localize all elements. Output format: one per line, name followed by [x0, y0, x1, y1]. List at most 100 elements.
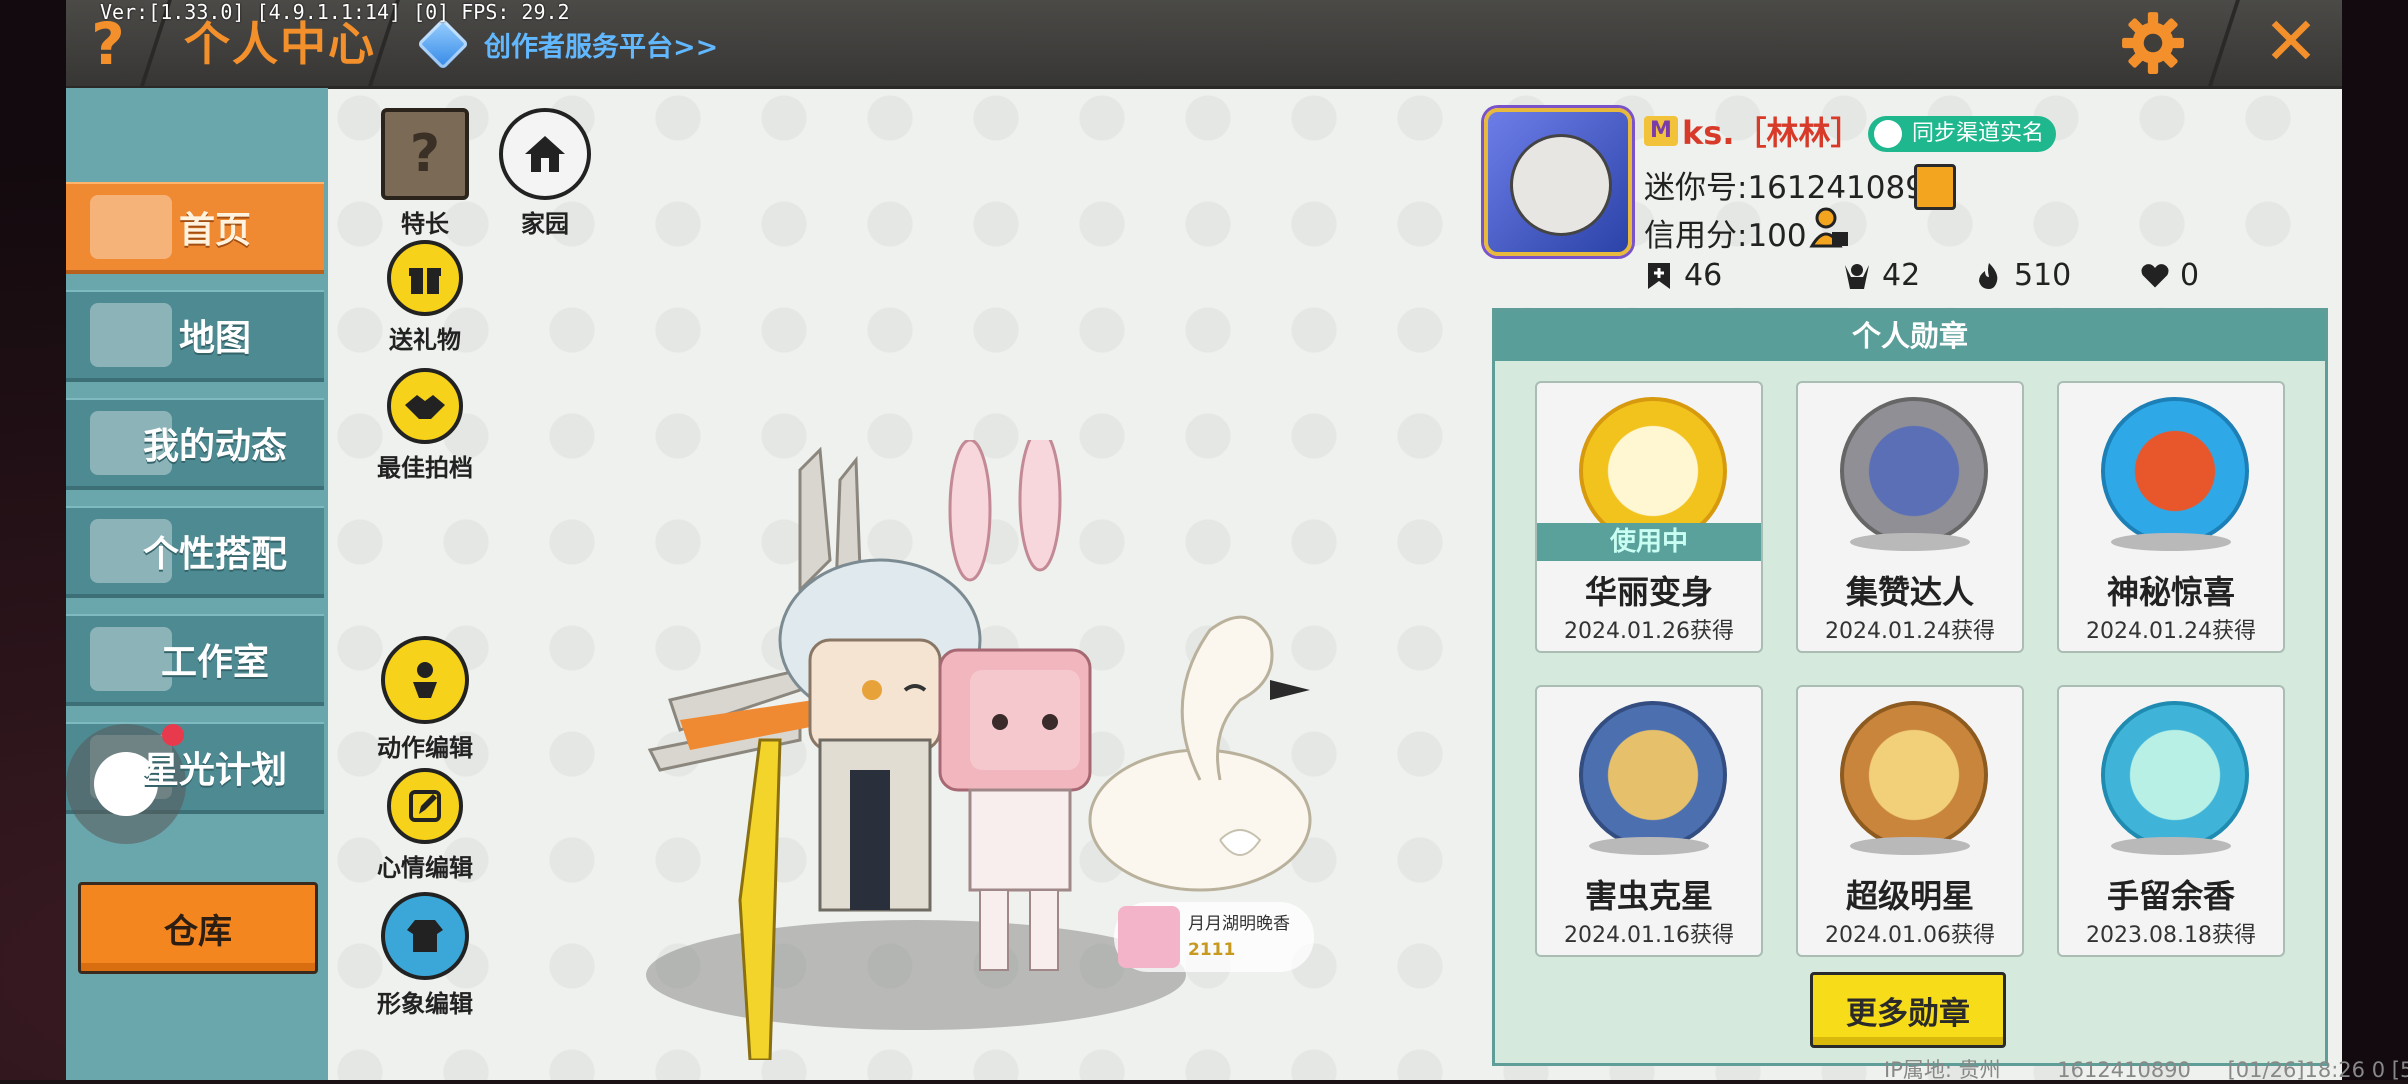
medal-pedestal — [1850, 837, 1970, 855]
medal-date: 2024.01.26获得 — [1564, 619, 1734, 644]
medal-date: 2024.01.24获得 — [2086, 619, 2256, 644]
sidebar-item-home[interactable]: 首页 — [66, 182, 324, 274]
partner-level: 2111 — [1188, 940, 1236, 960]
creator-platform-link[interactable]: 创作者服务平台>> — [416, 16, 719, 72]
medal-name: 集赞达人 — [1845, 573, 1974, 611]
stat-likes[interactable]: 42 — [1842, 258, 1920, 293]
sidebar-item-label: 星光计划 — [142, 750, 287, 791]
mood-edit-label: 心情编辑 — [377, 854, 473, 882]
medals-panel: 个人勋章 使用中 华丽变身 2024.01.26获得 集赞达人 2024.01.… — [1492, 308, 2328, 1066]
double-heart-icon — [2141, 263, 2169, 287]
sidebar-item-label: 我的动态 — [142, 426, 287, 467]
action-edit-button[interactable]: 动作编辑 — [370, 636, 480, 763]
sidebar-item-studio[interactable]: 工作室 — [66, 614, 324, 706]
credit-person-icon[interactable] — [1808, 206, 1852, 250]
medal-icon — [1840, 397, 1988, 545]
medal-icon — [1840, 701, 1988, 849]
best-partner-button[interactable]: 最佳拍档 — [370, 368, 480, 483]
outfit-icon — [381, 892, 469, 980]
medal-name: 神秘惊喜 — [2106, 573, 2235, 611]
medal-name: 害虫克星 — [1584, 877, 1713, 915]
close-icon[interactable]: ✕ — [2258, 9, 2324, 76]
home-label: 家园 — [521, 210, 569, 238]
thumbs-person-icon — [1845, 263, 1869, 289]
sync-real-name-button[interactable]: 同步渠道实名 — [1868, 116, 2057, 152]
specialty-label: 特长 — [401, 210, 449, 238]
medals-title: 个人勋章 — [1495, 311, 2325, 361]
partner-avatar — [1118, 906, 1180, 968]
medal-card[interactable]: 害虫克星 2024.01.16获得 — [1535, 685, 1763, 957]
sidebar-item-label: 个性搭配 — [142, 534, 287, 575]
gift-label: 送礼物 — [389, 326, 461, 354]
medal-icon — [2101, 701, 2249, 849]
sidebar-item-map[interactable]: 地图 — [66, 290, 324, 382]
sidebar-item-outfit[interactable]: 个性搭配 — [66, 506, 324, 598]
medal-name: 超级明星 — [1845, 877, 1974, 915]
medal-date: 2024.01.16获得 — [1564, 923, 1734, 948]
stat-followers[interactable]: 46 — [1644, 258, 1722, 293]
partner-name: 月月湖明晚香 — [1188, 914, 1290, 934]
ip-location: IP属地: 贵州 — [1884, 1058, 2001, 1082]
question-box-icon: ? — [381, 108, 469, 200]
medal-pedestal — [2111, 533, 2231, 551]
house-icon — [499, 108, 591, 200]
debug-version-text: Ver:[1.33.0] [4.9.1.1:14] [0] FPS: 29.2 — [100, 0, 570, 24]
username-row: M ks.［林林］ — [1644, 108, 1863, 154]
in-use-badge: 使用中 — [1537, 523, 1761, 561]
home-garden-button[interactable]: 家园 — [490, 108, 600, 239]
partner-name-tag[interactable]: 月月湖明晚香 2111 — [1114, 902, 1314, 972]
medal-icon — [1579, 701, 1727, 849]
medal-card[interactable]: 神秘惊喜 2024.01.24获得 — [2057, 381, 2285, 653]
footer-id: 1612410890 — [2057, 1058, 2191, 1082]
medal-card[interactable]: 集赞达人 2024.01.24获得 — [1796, 381, 2024, 653]
medal-name: 手留余香 — [2106, 877, 2235, 915]
flame-icon — [1979, 262, 1998, 289]
sidebar-item-my-posts[interactable]: 我的动态 — [66, 398, 324, 490]
image-edit-label: 形象编辑 — [377, 990, 473, 1018]
stat-hot[interactable]: 510 — [1974, 258, 2071, 293]
stat-hearts[interactable]: 0 — [2140, 258, 2199, 293]
medal-card[interactable]: 手留余香 2023.08.18获得 — [2057, 685, 2285, 957]
credit-score: 信用分:100 — [1644, 218, 1807, 254]
stats-bar: 46 42 510 0 — [1644, 258, 2324, 300]
handshake-icon — [387, 368, 463, 444]
copy-icon[interactable] — [1914, 164, 1956, 210]
bookmark-plus-icon — [1648, 262, 1670, 289]
more-medals-button[interactable]: 更多勋章 — [1810, 972, 2006, 1048]
specialty-button[interactable]: ? 特长 — [370, 108, 480, 239]
stat-value: 0 — [2180, 258, 2200, 293]
medal-icon — [2101, 397, 2249, 545]
image-edit-button[interactable]: 形象编辑 — [370, 892, 480, 1019]
send-gift-button[interactable]: 送礼物 — [370, 240, 480, 355]
mood-edit-button[interactable]: 心情编辑 — [370, 768, 480, 883]
username: ks.［林林］ — [1682, 114, 1863, 152]
sidebar-item-label: 工作室 — [160, 642, 269, 683]
medal-card[interactable]: 使用中 华丽变身 2024.01.26获得 — [1535, 381, 1763, 653]
gear-icon[interactable] — [2120, 10, 2186, 76]
medal-date: 2024.01.06获得 — [1825, 923, 1995, 948]
action-edit-label: 动作编辑 — [377, 734, 473, 762]
gift-icon — [387, 240, 463, 316]
footer-time: [01/26]18:26 — [2227, 1058, 2366, 1082]
medal-date: 2023.08.18获得 — [2086, 923, 2256, 948]
dancer-icon — [381, 636, 469, 724]
medal-pedestal — [2111, 837, 2231, 855]
medal-pedestal — [1589, 837, 1709, 855]
sidebar-item-label: 地图 — [178, 318, 251, 359]
divider — [2208, 0, 2240, 86]
pencil-edit-icon — [387, 768, 463, 844]
avatar-face — [1510, 134, 1612, 236]
stat-value: 42 — [1882, 258, 1921, 293]
warehouse-button[interactable]: 仓库 — [78, 882, 318, 974]
footer-extra: 0 [58] — [2371, 1058, 2408, 1082]
medal-card[interactable]: 超级明星 2024.01.06获得 — [1796, 685, 2024, 957]
avatar[interactable] — [1484, 108, 1632, 256]
vip-badge-icon: M — [1644, 116, 1678, 146]
cube-icon — [416, 17, 470, 71]
stat-value: 46 — [1684, 258, 1723, 293]
mini-id: 迷你号:1612410890 — [1644, 170, 1945, 206]
creator-platform-label: 创作者服务平台>> — [484, 31, 719, 63]
stat-value: 510 — [2014, 258, 2072, 293]
partner-label: 最佳拍档 — [377, 454, 473, 482]
medal-date: 2024.01.24获得 — [1825, 619, 1995, 644]
